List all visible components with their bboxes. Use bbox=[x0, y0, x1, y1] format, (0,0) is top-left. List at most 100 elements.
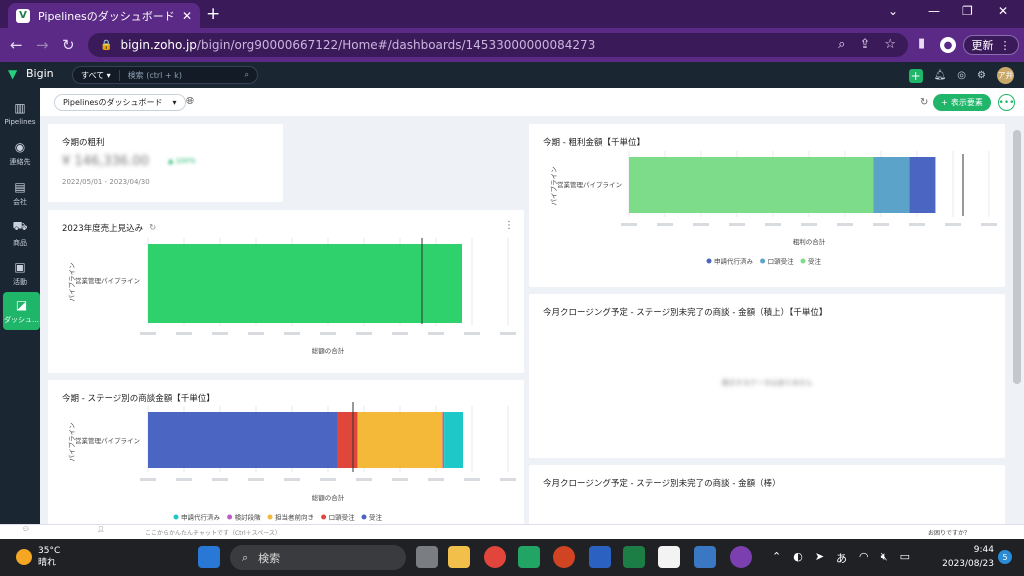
refresh-icon[interactable]: ↻ bbox=[920, 97, 928, 108]
forecast-chart: パイプライン 営業管理パイプライン 総額の合計 bbox=[68, 238, 516, 355]
sidebar-item-dashboard[interactable]: ◪ ダッシュ… bbox=[3, 292, 40, 330]
sidebar-item-contacts[interactable]: ◉ 連絡先 bbox=[0, 134, 40, 172]
tick-label bbox=[729, 223, 745, 226]
contacts-icon[interactable]: 👤︎ bbox=[97, 526, 105, 533]
ime-indicator[interactable]: あ bbox=[836, 550, 847, 566]
category-label: 営業管理パイプライン bbox=[557, 180, 622, 189]
chrome-profile-icon[interactable] bbox=[730, 546, 752, 568]
temperature: 35°C bbox=[38, 546, 61, 556]
tab-search-icon[interactable]: ⌄ bbox=[888, 4, 898, 18]
bar-forecast[interactable] bbox=[148, 244, 462, 323]
forward-icon[interactable]: → bbox=[36, 36, 49, 54]
chat-app-icon[interactable] bbox=[518, 546, 540, 568]
taskbar-search[interactable]: ⌕ 検索 bbox=[230, 545, 406, 570]
task-view-icon[interactable] bbox=[416, 546, 438, 568]
mute-icon[interactable]: 🔇︎ bbox=[881, 550, 888, 566]
update-button[interactable]: 更新 ⋮ bbox=[963, 35, 1019, 55]
legend: 申請代行済み 検討段階 担当者前向き 口頭受注 受注 bbox=[173, 513, 383, 522]
x-axis-label: 総額の合計 bbox=[312, 493, 345, 502]
tick-label bbox=[945, 223, 961, 226]
legend-label[interactable]: 受注 bbox=[369, 513, 383, 522]
sidebar-item-label: ダッシュ… bbox=[4, 315, 39, 324]
page-scrollbar[interactable] bbox=[1013, 130, 1021, 384]
legend-label[interactable]: 受注 bbox=[808, 257, 822, 266]
globe-icon[interactable]: 🌐︎ bbox=[186, 96, 194, 107]
add-component-button[interactable]: + 表示要素 bbox=[933, 94, 991, 111]
sidebar-item-label: 会社 bbox=[13, 197, 27, 206]
help-link[interactable]: お困りですか？ bbox=[928, 528, 970, 537]
weather-widget[interactable]: 35°C 晴れ bbox=[16, 545, 60, 569]
app-logo[interactable]: ▼ Bigin bbox=[8, 67, 54, 80]
chrome-icon[interactable] bbox=[484, 546, 506, 568]
tick-label bbox=[500, 478, 516, 481]
clock[interactable]: 9:44 2023/08/23 bbox=[938, 543, 994, 571]
support-icon[interactable]: ◎ bbox=[957, 70, 966, 81]
sidebar-item-pipelines[interactable]: ▥ Pipelines bbox=[0, 94, 40, 132]
legend-label[interactable]: 検討段階 bbox=[235, 513, 262, 522]
bar-segment-受注[interactable] bbox=[148, 412, 337, 468]
kpi-card-gross: 今期の粗利 ¥ 146,336.00 ▲ 100% 2022/05/01 - 2… bbox=[48, 124, 283, 202]
sun-icon bbox=[16, 549, 32, 565]
legend-label[interactable]: 口頭受注 bbox=[768, 257, 795, 266]
search-input[interactable]: 検索 (ctrl + k) bbox=[120, 70, 182, 81]
bar-segment-申請代行済み[interactable] bbox=[909, 157, 936, 213]
address-bar[interactable]: 🔒 bigin.zoho.jp/bigin/org90000667122/Hom… bbox=[88, 33, 908, 57]
file-explorer-icon[interactable] bbox=[448, 546, 470, 568]
bar-segment-受注[interactable] bbox=[629, 157, 874, 213]
legend-label[interactable]: 申請代行済み bbox=[714, 257, 754, 266]
dashboard-selector[interactable]: Pipelinesのダッシュボード ▾ bbox=[54, 94, 186, 111]
notification-badge[interactable]: 5 bbox=[998, 550, 1012, 564]
search-scope-dropdown[interactable]: すべて ▾ bbox=[73, 69, 120, 81]
legend-label[interactable]: 担当者前向き bbox=[275, 513, 314, 522]
store-icon[interactable] bbox=[658, 546, 680, 568]
excel-icon[interactable] bbox=[623, 546, 645, 568]
notepad-icon[interactable] bbox=[694, 546, 716, 568]
chevron-up-icon[interactable]: ⌃ bbox=[772, 550, 781, 566]
gear-icon[interactable]: ⚙ bbox=[977, 70, 986, 81]
battery-icon[interactable]: ▭ bbox=[900, 550, 910, 566]
bar-segment-担当者前向き[interactable] bbox=[357, 412, 443, 468]
wifi-icon[interactable]: ◠ bbox=[859, 550, 869, 566]
sidebar-item-activities[interactable]: ▣ 活動 bbox=[0, 254, 40, 292]
close-window-icon[interactable]: ✕ bbox=[998, 4, 1008, 18]
quick-create-button[interactable]: + bbox=[908, 68, 923, 83]
bar-segment-口頭受注[interactable] bbox=[337, 412, 358, 468]
avatar[interactable]: ア井 bbox=[997, 67, 1014, 84]
bell-icon[interactable]: 🔔︎ bbox=[934, 70, 947, 81]
side-panel-icon[interactable]: ▮ bbox=[918, 36, 925, 51]
sidebar-item-products[interactable]: ⛟ 商品 bbox=[0, 214, 40, 252]
bar-segment-検討段階[interactable] bbox=[442, 412, 445, 468]
send-icon[interactable]: ➤ bbox=[815, 550, 824, 566]
share-icon[interactable]: ⇪ bbox=[859, 37, 870, 52]
chat-icon[interactable]: 💬︎ bbox=[22, 526, 30, 533]
legend-swatch bbox=[760, 258, 766, 264]
bar-segment-申請代行済み[interactable] bbox=[444, 412, 463, 468]
minimize-icon[interactable]: — bbox=[928, 4, 940, 18]
app-tray-icon[interactable]: ◐ bbox=[793, 550, 803, 566]
card-title: 今月クロージング予定 - ステージ別未完了の商談 - 金額（棒） bbox=[543, 479, 781, 489]
restore-icon[interactable]: ❐ bbox=[962, 4, 973, 18]
reload-icon[interactable]: ↻ bbox=[62, 36, 75, 54]
tick-label bbox=[356, 332, 372, 335]
start-icon[interactable] bbox=[198, 546, 220, 568]
sidebar-item-company[interactable]: ▤ 会社 bbox=[0, 174, 40, 212]
chat-input[interactable]: ここからかんたんチャットです（Ctrl＋スペース） bbox=[145, 528, 281, 537]
back-icon[interactable]: ← bbox=[10, 36, 23, 54]
bookmark-star-icon[interactable]: ☆ bbox=[884, 37, 896, 52]
legend-label[interactable]: 口頭受注 bbox=[329, 513, 356, 522]
powerpoint-icon[interactable] bbox=[553, 546, 575, 568]
profile-icon[interactable]: ● bbox=[940, 37, 956, 53]
legend-label[interactable]: 申請代行済み bbox=[181, 513, 221, 522]
more-options-button[interactable]: ••• bbox=[998, 94, 1015, 111]
new-tab-icon[interactable]: + bbox=[206, 4, 220, 24]
word-icon[interactable] bbox=[589, 546, 611, 568]
x-axis-label: 粗利の合計 bbox=[793, 237, 826, 246]
global-search[interactable]: すべて ▾ 検索 (ctrl + k) ⌕ bbox=[72, 66, 258, 84]
browser-tab[interactable]: V Pipelinesのダッシュボード ✕ bbox=[8, 3, 200, 28]
zoom-icon[interactable]: ⌕ bbox=[838, 37, 845, 52]
tick-label bbox=[176, 478, 192, 481]
close-tab-icon[interactable]: ✕ bbox=[182, 9, 192, 23]
tick-label bbox=[356, 478, 372, 481]
bar-segment-口頭受注[interactable] bbox=[873, 157, 910, 213]
taskbar-search-label: 検索 bbox=[258, 551, 281, 565]
